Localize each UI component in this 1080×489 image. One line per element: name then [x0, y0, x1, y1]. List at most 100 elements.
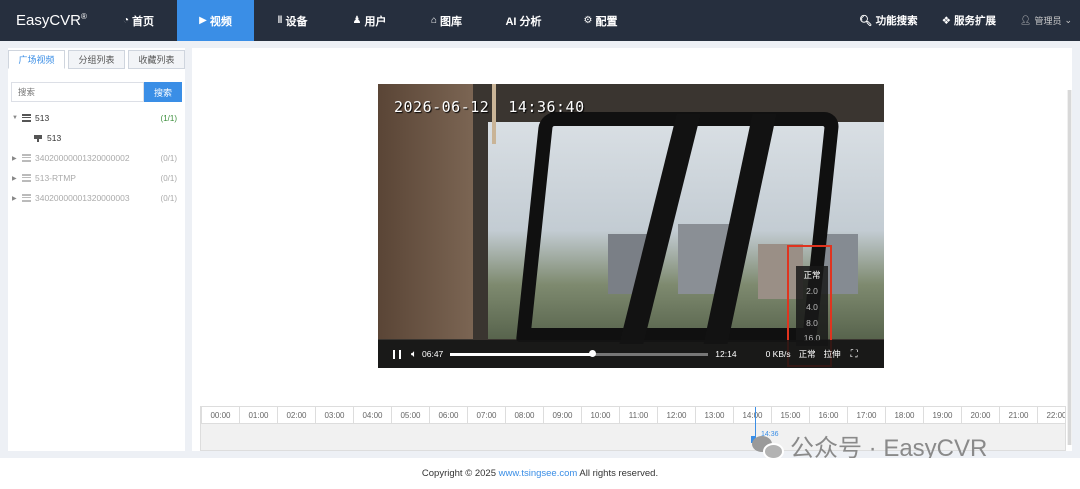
main-nav: ◔ 首页 ▶ 视频 ‖ 设备 ♟ 用户 ⌂ 图库 AI 分析 ⚙ 配置: [100, 0, 639, 41]
timeline-hour-label: 19:00: [923, 407, 961, 423]
caret-right-icon[interactable]: ▶: [12, 175, 22, 182]
timeline-hour-label: 10:00: [581, 407, 619, 423]
timeline-hour-label: 08:00: [505, 407, 543, 423]
nav-item-label: 用户: [364, 15, 387, 28]
timeline-hour-label: 09:00: [543, 407, 581, 423]
fullscreen-icon[interactable]: ⛶: [851, 349, 858, 360]
service-extend-label: 服务扩展: [954, 15, 996, 27]
sidebar-tab-2[interactable]: 收藏列表: [128, 50, 185, 69]
timeline-hour-label: 11:00: [619, 407, 657, 423]
timeline-hour-label: 17:00: [847, 407, 885, 423]
camera-icon: [34, 134, 42, 142]
tree-device[interactable]: ▶ 34020000001320000003 (0/1): [8, 188, 185, 208]
gear-icon: ⚙: [583, 15, 593, 26]
logo-mark: ®: [81, 12, 87, 21]
app-logo[interactable]: EasyCVR®: [0, 12, 100, 29]
volume-icon[interactable]: 🔈︎: [411, 349, 417, 360]
search-input[interactable]: [11, 82, 144, 102]
scrollbar-thumb[interactable]: [1068, 90, 1071, 445]
nav-item-5[interactable]: AI 分析: [485, 0, 562, 41]
feature-search-button[interactable]: 🔍︎ 功能搜索: [859, 13, 917, 28]
nav-item-label: 配置: [595, 15, 618, 28]
duration: 12:14: [715, 349, 737, 359]
footer-link[interactable]: www.tsingsee.com: [499, 468, 578, 479]
current-time: 06:47: [422, 349, 444, 359]
video-osd-timestamp: 2026-06-12 14:36:40: [394, 98, 585, 116]
timeline-hour-label: 22:00: [1037, 407, 1065, 423]
top-navbar: EasyCVR® ◔ 首页 ▶ 视频 ‖ 设备 ♟ 用户 ⌂ 图库 AI 分析 ⚙ 配置 🔍︎ 功能搜索 …: [0, 0, 1080, 41]
pause-icon[interactable]: [393, 349, 401, 359]
timeline-hour-label: 16:00: [809, 407, 847, 423]
sidebar-tab-0[interactable]: 广场视频: [8, 50, 65, 69]
caret-right-icon[interactable]: ▶: [12, 195, 22, 202]
footer-suffix: All rights reserved.: [577, 468, 659, 479]
chevron-down-icon: ⌄: [1064, 15, 1072, 25]
video-player[interactable]: 2026-06-12 14:36:40 正常 2.0 4.0 8.0 16.0 🔈︎ 0…: [378, 84, 884, 368]
timeline-hour-label: 15:00: [771, 407, 809, 423]
main-panel: 2026-06-12 14:36:40 正常 2.0 4.0 8.0 16.0 🔈︎ 0…: [192, 48, 1072, 462]
sidebar-tab-1[interactable]: 分组列表: [68, 50, 125, 69]
nav-item-label: 首页: [132, 15, 155, 28]
nav-item-1[interactable]: ▶ 视频: [177, 0, 254, 41]
nav-item-6[interactable]: ⚙ 配置: [562, 0, 639, 41]
tree-node-name: 34020000001320000002: [35, 153, 130, 163]
timeline-hour-label: 13:00: [695, 407, 733, 423]
progress-bar[interactable]: [450, 350, 709, 357]
timeline-hour-label: 20:00: [961, 407, 999, 423]
timeline-hour-label: 12:00: [657, 407, 695, 423]
tree-device[interactable]: ▶ 34020000001320000002 (0/1): [8, 148, 185, 168]
search-button[interactable]: 搜索: [144, 82, 182, 102]
server-icon: [22, 194, 31, 202]
user-icon: ♟: [352, 15, 362, 26]
progress-handle[interactable]: [589, 350, 597, 357]
nav-item-label: 图库: [440, 15, 463, 28]
tree-channel[interactable]: 513: [8, 128, 185, 148]
timeline-hour-label: 14:00: [733, 407, 771, 423]
tree-node-name: 513: [47, 133, 62, 143]
play-circle-icon: ▶: [199, 15, 207, 26]
gallery-icon: ⌂: [430, 15, 438, 26]
nav-item-3[interactable]: ♟ 用户: [331, 0, 408, 41]
caret-down-icon[interactable]: ▼: [12, 115, 22, 121]
tree-node-name: 34020000001320000003: [35, 193, 130, 203]
progress-fill: [450, 352, 593, 356]
device-tree: ▼ 513 (1/1) 513 ▶ 34020000001320000002 (0/1) ▶ 5…: [8, 108, 185, 208]
bitrate: 0 KB/s: [765, 349, 791, 359]
device-sidebar: 广场视频分组列表收藏列表 搜索 ▼ 513 (1/1) 513 ▶ 34020000001…: [8, 48, 185, 451]
timeline-hour-label: 07:00: [467, 407, 505, 423]
nav-item-label: 视频: [209, 15, 232, 28]
tree-node-count: (0/1): [160, 153, 177, 163]
nav-right: 🔍︎ 功能搜索 ❖ 服务扩展 👤︎ 管理员 ⌄: [859, 0, 1080, 41]
feature-search-label: 功能搜索: [875, 15, 918, 27]
user-name: 管理员: [1034, 16, 1062, 26]
timeline-hour-label: 21:00: [999, 407, 1037, 423]
tree-device[interactable]: ▶ 513-RTMP (0/1): [8, 168, 185, 188]
logo-text: EasyCVR: [16, 12, 82, 29]
nav-item-4[interactable]: ⌂ 图库: [408, 0, 485, 41]
tree-device[interactable]: ▼ 513 (1/1): [8, 108, 185, 128]
timeline-hour-label: 06:00: [429, 407, 467, 423]
speed-button[interactable]: 正常: [799, 348, 816, 360]
user-menu[interactable]: 👤︎ 管理员 ⌄: [1020, 14, 1072, 27]
nav-item-2[interactable]: ‖ 设备: [254, 0, 331, 41]
device-icon: ‖: [277, 15, 283, 26]
tree-node-name: 513-RTMP: [35, 173, 76, 183]
tree-node-name: 513: [35, 113, 50, 123]
wechat-icon: [752, 434, 784, 460]
search-icon: 🔍︎: [859, 15, 873, 27]
nav-item-0[interactable]: ◔ 首页: [100, 0, 177, 41]
server-icon: [22, 154, 31, 162]
stretch-button[interactable]: 拉伸: [824, 348, 841, 360]
tree-node-count: (1/1): [160, 113, 177, 123]
nav-item-label: 设备: [285, 15, 308, 28]
timeline-hour-label: 18:00: [885, 407, 923, 423]
tree-node-count: (0/1): [160, 193, 177, 203]
sidebar-tabs: 广场视频 分组列表 收藏列表: [8, 48, 185, 69]
service-extend-button[interactable]: ❖ 服务扩展: [942, 13, 996, 28]
scrollbar[interactable]: [1067, 90, 1072, 445]
caret-right-icon[interactable]: ▶: [12, 155, 22, 162]
server-icon: [22, 174, 31, 182]
footer: Copyright © 2025 www.tsingsee.com All ri…: [0, 458, 1080, 489]
timeline-hour-label: 04:00: [353, 407, 391, 423]
timeline-hour-label: 02:00: [277, 407, 315, 423]
